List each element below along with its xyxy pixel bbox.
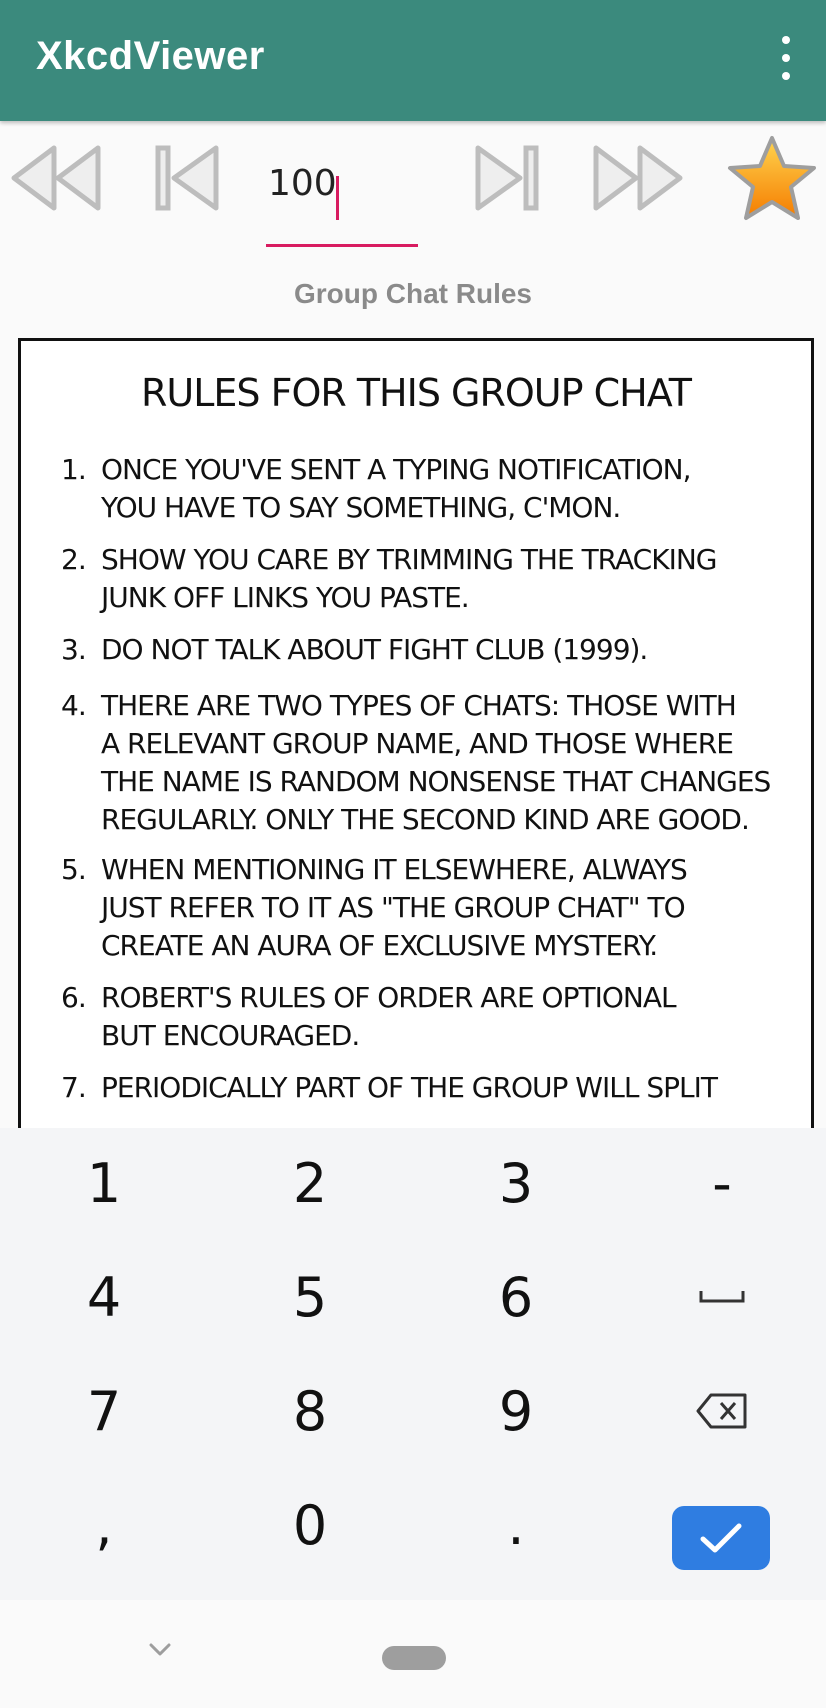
rule-text: ONCE YOU'VE SENT A TYPING NOTIFICATION, … [101, 453, 692, 524]
comic-rule: 5. WHEN MENTIONING IT ELSEWHERE, ALWAYS … [61, 851, 781, 965]
key-comma[interactable]: , [4, 1470, 204, 1580]
rule-number: 3. [61, 633, 87, 666]
space-key[interactable] [622, 1242, 822, 1352]
key-1[interactable]: 1 [4, 1128, 204, 1238]
comic-number-input[interactable] [266, 154, 418, 212]
chevron-down-icon[interactable] [148, 1642, 172, 1658]
last-comic-icon [593, 145, 683, 211]
rule-number: 6. [61, 981, 87, 1014]
key-7[interactable]: 7 [4, 1356, 204, 1466]
rule-number: 4. [61, 689, 87, 722]
comic-rule: 1. ONCE YOU'VE SENT A TYPING NOTIFICATIO… [61, 451, 781, 527]
comic-rule: 6. ROBERT'S RULES OF ORDER ARE OPTIONAL … [61, 979, 781, 1055]
comic-rule: 3. DO NOT TALK ABOUT FIGHT CLUB (1999). [61, 631, 781, 669]
numeric-keyboard: 1 2 3 - 4 5 6 7 8 9 , 0 . [0, 1128, 826, 1600]
previous-comic-button[interactable] [152, 138, 224, 218]
app-title: XkcdViewer [36, 34, 265, 78]
comic-heading: RULES FOR THIS GROUP CHAT [141, 371, 692, 415]
first-comic-icon [11, 145, 101, 211]
input-underline [266, 244, 418, 247]
app-bar: XkcdViewer [0, 0, 826, 121]
home-pill-icon[interactable] [382, 1646, 446, 1670]
system-nav-bar [0, 1600, 826, 1708]
rule-number: 2. [61, 543, 87, 576]
last-comic-button[interactable] [590, 138, 686, 218]
text-caret [336, 176, 339, 220]
rule-number: 1. [61, 453, 87, 486]
favorite-button[interactable] [724, 132, 820, 226]
first-comic-button[interactable] [8, 138, 104, 218]
next-comic-button[interactable] [470, 138, 542, 218]
key-minus[interactable]: - [622, 1128, 822, 1238]
space-bar-icon [699, 1291, 745, 1303]
rule-text: SHOW YOU CARE BY TRIMMING THE TRACKING J… [101, 543, 717, 614]
comic-number-field[interactable] [266, 154, 418, 247]
rule-text: THERE ARE TWO TYPES OF CHATS: THOSE WITH… [101, 689, 771, 836]
done-key[interactable] [672, 1506, 770, 1570]
previous-comic-icon [155, 145, 219, 211]
rule-text: WHEN MENTIONING IT ELSEWHERE, ALWAYS JUS… [101, 853, 688, 962]
comic-image[interactable]: RULES FOR THIS GROUP CHAT 1. ONCE YOU'VE… [18, 338, 814, 1141]
key-0[interactable]: 0 [210, 1470, 410, 1580]
rule-text: DO NOT TALK ABOUT FIGHT CLUB (1999). [101, 633, 648, 666]
key-8[interactable]: 8 [210, 1356, 410, 1466]
rule-text: ROBERT'S RULES OF ORDER ARE OPTIONAL BUT… [101, 981, 677, 1052]
key-9[interactable]: 9 [416, 1356, 616, 1466]
comic-rule: 2. SHOW YOU CARE BY TRIMMING THE TRACKIN… [61, 541, 781, 617]
star-icon [728, 136, 816, 220]
key-2[interactable]: 2 [210, 1128, 410, 1238]
key-5[interactable]: 5 [210, 1242, 410, 1352]
rule-number: 5. [61, 853, 87, 886]
rule-number: 7. [61, 1071, 87, 1104]
next-comic-icon [475, 145, 539, 211]
key-6[interactable]: 6 [416, 1242, 616, 1352]
key-3[interactable]: 3 [416, 1128, 616, 1238]
checkmark-icon [700, 1523, 742, 1553]
comic-rule: 7. PERIODICALLY PART OF THE GROUP WILL S… [61, 1069, 781, 1107]
key-period[interactable]: . [416, 1470, 616, 1580]
more-vert-icon[interactable] [776, 36, 796, 80]
backspace-icon [696, 1393, 747, 1429]
rule-text: PERIODICALLY PART OF THE GROUP WILL SPLI… [101, 1071, 718, 1104]
backspace-key[interactable] [622, 1356, 822, 1466]
comic-rule: 4. THERE ARE TWO TYPES OF CHATS: THOSE W… [61, 687, 781, 839]
comic-title: Group Chat Rules [293, 278, 532, 309]
comic-navigation [0, 128, 826, 247]
key-4[interactable]: 4 [4, 1242, 204, 1352]
